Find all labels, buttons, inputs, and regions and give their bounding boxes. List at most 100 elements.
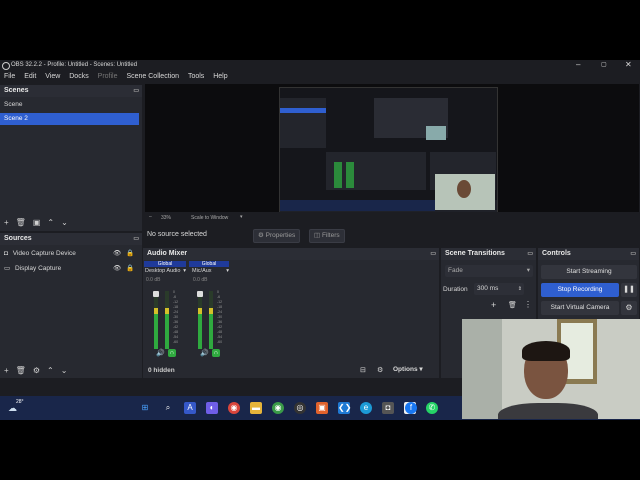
context-bar: No source selected ⚙ Properties ◫ Filter… bbox=[145, 228, 639, 243]
meter-fill bbox=[198, 308, 202, 349]
chevron-up-icon[interactable]: ⌃ bbox=[47, 366, 54, 375]
channel-name[interactable]: Mic/Aux ▾ bbox=[189, 267, 229, 276]
scenes-toolbar: + 🗑 ▣ ⌃ ⌄ bbox=[0, 216, 68, 228]
trash-icon[interactable]: 🗑 bbox=[16, 218, 26, 227]
nested-webcam bbox=[435, 174, 495, 210]
headphones-icon[interactable]: ∩ bbox=[212, 349, 220, 357]
close-button[interactable]: ✕ bbox=[625, 60, 632, 69]
file-explorer-icon[interactable]: ▬ bbox=[250, 402, 262, 414]
menu-profile[interactable]: Profile bbox=[98, 71, 118, 83]
edge-icon[interactable]: e bbox=[360, 402, 372, 414]
meter-fill bbox=[154, 308, 158, 349]
preview-area[interactable] bbox=[145, 84, 639, 213]
eye-icon[interactable]: 👁 bbox=[113, 263, 121, 275]
menu-view[interactable]: View bbox=[45, 71, 60, 83]
gear-icon[interactable]: ⚙ bbox=[33, 366, 40, 375]
menu-tools[interactable]: Tools bbox=[188, 71, 204, 83]
properties-button[interactable]: ⚙ Properties bbox=[253, 229, 301, 243]
dock-popout-icon[interactable]: ▭ bbox=[430, 248, 436, 260]
trash-icon[interactable]: 🗑 bbox=[508, 301, 517, 309]
chevron-down-icon: ▾ bbox=[526, 267, 530, 274]
speaker-icon[interactable]: 🔊 bbox=[156, 349, 165, 357]
whatsapp-icon[interactable]: ✆ bbox=[426, 402, 438, 414]
title-bar: OBS 32.2.2 - Profile: Untitled - Scenes:… bbox=[0, 60, 640, 71]
camera-app-icon[interactable]: ◘ bbox=[382, 402, 394, 414]
filter-icon[interactable]: ▣ bbox=[33, 218, 41, 227]
volume-slider-handle[interactable] bbox=[197, 291, 203, 297]
duration-input[interactable]: 300 ms ⇕ bbox=[474, 283, 524, 295]
channel-name[interactable]: Desktop Audio ▾ bbox=[144, 267, 186, 276]
person-hair bbox=[522, 341, 570, 361]
preview-screen bbox=[279, 87, 498, 213]
eye-icon[interactable]: 👁 bbox=[113, 248, 121, 260]
chevron-down-icon[interactable]: ▾ bbox=[226, 267, 229, 276]
add-icon[interactable]: + bbox=[4, 366, 9, 375]
db-label: 0.0 dB bbox=[146, 277, 161, 283]
chevron-down-icon[interactable]: ⌄ bbox=[61, 366, 68, 375]
virtual-camera-settings-button[interactable]: ⚙ bbox=[621, 301, 637, 315]
zoom-level: 33% bbox=[161, 215, 172, 221]
lock-icon[interactable]: 🔒 bbox=[126, 263, 134, 275]
start-virtual-camera-button[interactable]: Start Virtual Camera bbox=[541, 301, 619, 315]
chrome-icon[interactable]: ◉ bbox=[272, 402, 284, 414]
stepper-icon[interactable]: ⇕ bbox=[518, 283, 522, 295]
hidden-count: 0 hidden bbox=[148, 367, 175, 374]
speaker-icon[interactable]: 🔊 bbox=[200, 349, 209, 357]
windows-start-icon[interactable]: ⊞ bbox=[139, 402, 151, 414]
maximize-button[interactable]: ▢ bbox=[601, 61, 607, 68]
no-source-label: No source selected bbox=[147, 231, 207, 238]
menu-docks[interactable]: Docks bbox=[69, 71, 88, 83]
dock-popout-icon[interactable]: ▭ bbox=[133, 233, 139, 245]
more-icon[interactable]: ⋮ bbox=[524, 300, 532, 309]
dock-popout-icon[interactable]: ▭ bbox=[630, 248, 636, 260]
menu-scene-collection[interactable]: Scene Collection bbox=[126, 71, 179, 83]
obs-icon[interactable]: ◎ bbox=[294, 402, 306, 414]
lock-icon[interactable]: 🔒 bbox=[126, 248, 134, 260]
layout-icon[interactable]: ⊟ bbox=[360, 366, 366, 374]
volume-meter bbox=[165, 291, 169, 349]
nested-taskbar bbox=[280, 200, 435, 211]
app-icon[interactable]: A bbox=[184, 402, 196, 414]
pause-recording-button[interactable]: ❚❚ bbox=[621, 283, 637, 297]
chevron-down-icon[interactable]: ▾ bbox=[183, 267, 186, 276]
source-item[interactable]: ◘ Video Capture Device 👁 🔒 bbox=[0, 248, 142, 260]
chrome-icon[interactable]: ◉ bbox=[228, 402, 240, 414]
scale-select[interactable]: Scale to Window bbox=[191, 215, 228, 221]
search-icon[interactable]: ⌕ bbox=[162, 402, 174, 414]
volume-slider-handle[interactable] bbox=[153, 291, 159, 297]
trash-icon[interactable]: 🗑 bbox=[16, 366, 26, 375]
scene-item-selected[interactable]: Scene 2 bbox=[0, 113, 139, 125]
transition-select[interactable]: Fade ▾ bbox=[445, 265, 533, 277]
add-icon[interactable]: + bbox=[4, 218, 9, 227]
minimize-button[interactable]: – bbox=[576, 60, 580, 69]
filters-button[interactable]: ◫ Filters bbox=[309, 229, 345, 243]
copilot-icon[interactable]: ◐ bbox=[206, 402, 218, 414]
add-icon[interactable]: + bbox=[491, 300, 496, 310]
duration-label: Duration bbox=[443, 286, 468, 293]
chevron-down-icon[interactable]: ⌄ bbox=[61, 218, 68, 227]
facebook-icon[interactable]: f bbox=[405, 402, 417, 414]
audio-mixer-dock: Audio Mixer ▭ Global Desktop Audio ▾ 0.0 d… bbox=[143, 248, 439, 378]
dock-popout-icon[interactable]: ▭ bbox=[527, 248, 533, 260]
monitor-icon: ▭ bbox=[4, 265, 11, 272]
scenes-header: Scenes ▭ bbox=[0, 85, 142, 97]
stop-recording-button[interactable]: Stop Recording bbox=[541, 283, 619, 297]
chevron-up-icon[interactable]: ⌃ bbox=[47, 218, 54, 227]
volume-meter bbox=[209, 291, 213, 349]
menu-help[interactable]: Help bbox=[213, 71, 227, 83]
dock-popout-icon[interactable]: ▭ bbox=[133, 85, 139, 97]
controls-header: Controls ▭ bbox=[538, 248, 639, 260]
vscode-icon[interactable]: ❮❯ bbox=[338, 402, 351, 414]
options-button[interactable]: Options ▾ bbox=[393, 365, 423, 373]
meter-fill bbox=[165, 308, 169, 349]
gear-icon[interactable]: ⚙ bbox=[377, 366, 383, 374]
menu-edit[interactable]: Edit bbox=[24, 71, 36, 83]
scene-item[interactable]: Scene bbox=[0, 99, 142, 111]
start-streaming-button[interactable]: Start Streaming bbox=[541, 265, 637, 279]
db-scale: 0 -6 -12 -18 -24 -30 -36 -42 -48 -54 -60 bbox=[217, 290, 223, 344]
photo-app-icon[interactable]: ▣ bbox=[316, 402, 328, 414]
chevron-down-icon[interactable]: ▾ bbox=[240, 214, 243, 220]
headphones-icon[interactable]: ∩ bbox=[168, 349, 176, 357]
menu-file[interactable]: File bbox=[4, 71, 15, 83]
source-item[interactable]: ▭ Display Capture 👁 🔒 bbox=[0, 263, 142, 275]
